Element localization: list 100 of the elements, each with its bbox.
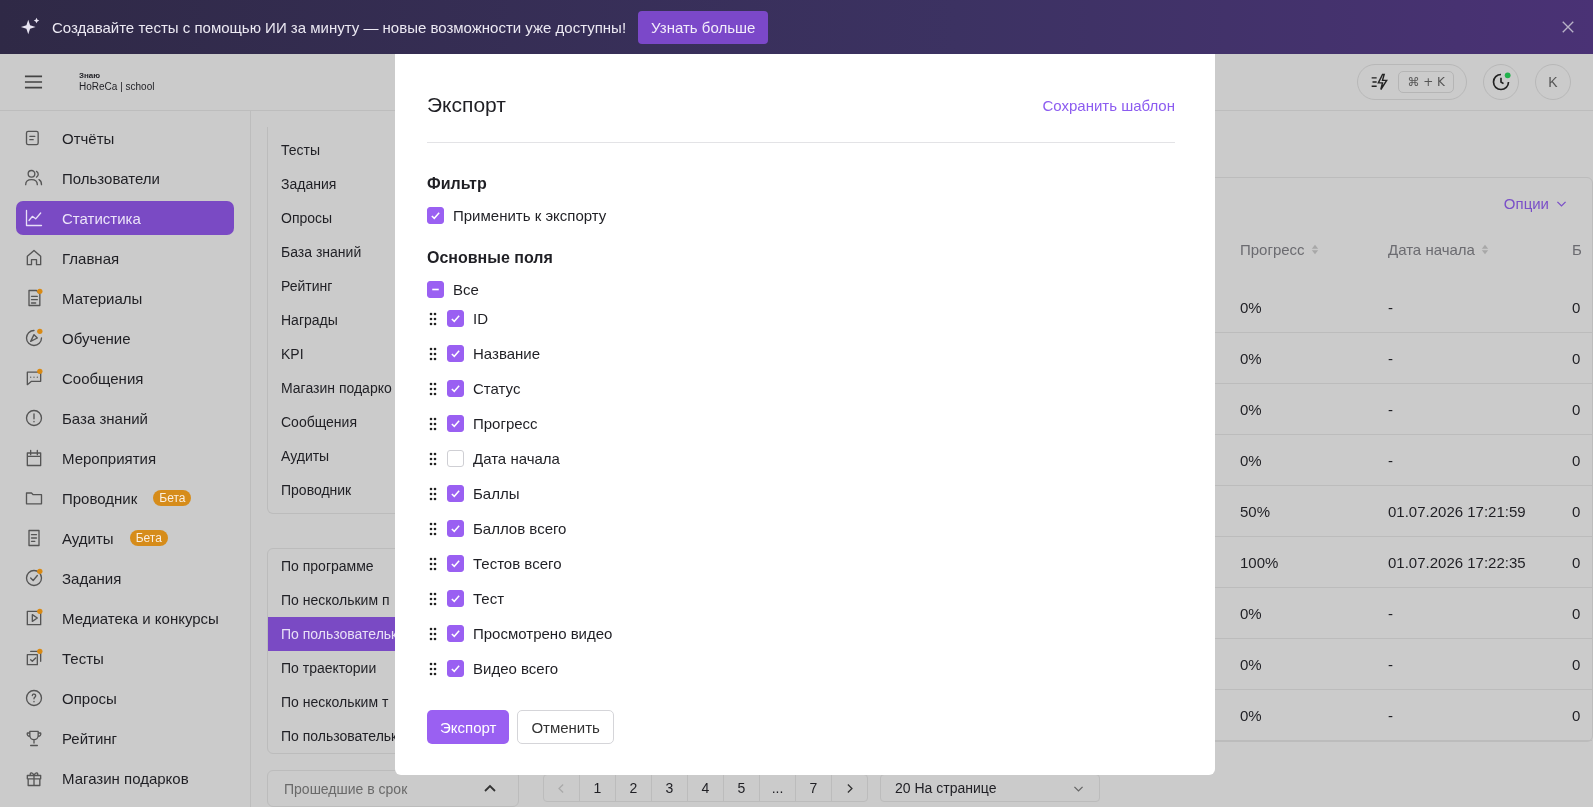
close-icon[interactable]	[1561, 20, 1575, 34]
sidebar-item[interactable]: Мероприятия	[16, 441, 234, 475]
checkbox-label: Применить к экспорту	[453, 206, 607, 224]
checkbox[interactable]	[447, 520, 464, 537]
clock-icon	[1491, 72, 1511, 92]
table-cell: -	[1388, 400, 1393, 418]
calendar-icon	[24, 448, 44, 468]
sidebar-item[interactable]: Аудиты Бета	[16, 521, 234, 555]
drag-handle-icon[interactable]	[429, 381, 437, 396]
checkbox[interactable]	[427, 280, 444, 298]
check-icon	[449, 347, 462, 360]
sidebar-item[interactable]: Магазин подарков	[16, 761, 234, 795]
table-cell: 0%	[1240, 298, 1262, 316]
table-cell: -	[1388, 298, 1393, 316]
drag-handle-icon[interactable]	[429, 311, 437, 326]
sidebar-item[interactable]: Проводник Бета	[16, 481, 234, 515]
drag-handle-icon[interactable]	[429, 521, 437, 536]
checkbox[interactable]	[447, 660, 464, 677]
table-cell: 0	[1572, 502, 1581, 520]
check-icon	[449, 522, 462, 535]
sidebar-item[interactable]: Тесты	[16, 641, 234, 675]
sidebar-item[interactable]: Задания	[16, 561, 234, 595]
drag-handle-icon[interactable]	[429, 661, 437, 676]
sidebar-item[interactable]: Рейтинг	[16, 721, 234, 755]
checkbox[interactable]	[447, 590, 464, 607]
filter-panel-title: Прошедшие в срок	[284, 780, 408, 797]
check-icon	[449, 627, 462, 640]
checklist-icon	[24, 648, 44, 668]
checkbox[interactable]	[447, 415, 464, 432]
save-template-link[interactable]: Сохранить шаблон	[1042, 96, 1175, 114]
table-cell: -	[1388, 604, 1393, 622]
cancel-button[interactable]: Отменить	[517, 710, 614, 744]
info-icon	[24, 408, 44, 428]
table-cell: -	[1388, 451, 1393, 469]
sidebar-item[interactable]: База знаний	[16, 401, 234, 435]
play-icon	[24, 608, 44, 628]
section-heading: Основные поля	[427, 249, 554, 267]
drag-handle-icon[interactable]	[429, 591, 437, 606]
drag-handle-icon[interactable]	[429, 346, 437, 361]
sidebar-item[interactable]: Медиатека и конкурсы	[16, 601, 234, 635]
checkbox[interactable]	[447, 380, 464, 397]
table-cell: -	[1388, 655, 1393, 673]
checkbox[interactable]	[447, 555, 464, 572]
drag-handle-icon[interactable]	[429, 556, 437, 571]
sidebar-item[interactable]: Статистика	[16, 201, 234, 235]
sidebar-item[interactable]: Главная	[16, 241, 234, 275]
table-cell: 0	[1572, 349, 1581, 367]
check-circle-icon	[24, 568, 44, 588]
sidebar-item[interactable]: Сообщения	[16, 361, 234, 395]
compass-icon	[24, 328, 44, 348]
checkbox[interactable]	[447, 485, 464, 502]
checkbox[interactable]	[447, 345, 464, 362]
beta-badge: Бета	[153, 490, 192, 506]
check-icon	[449, 487, 462, 500]
checkbox-label: Название	[473, 345, 541, 362]
table-cell: 0%	[1240, 349, 1262, 367]
drag-handle-icon[interactable]	[429, 416, 437, 431]
learn-more-button[interactable]: Узнать больше	[638, 10, 769, 44]
logo-text: HoReCa | school	[79, 82, 155, 92]
check-icon	[449, 417, 462, 430]
checkbox-label: Видео всего	[473, 660, 559, 677]
checkbox-label: Дата начала	[473, 450, 560, 467]
export-button[interactable]: Экспорт	[427, 710, 510, 744]
check-icon	[449, 382, 462, 395]
sidebar-item[interactable]: Обучение	[16, 321, 234, 355]
table-cell: 100%	[1240, 553, 1279, 571]
drag-handle-icon[interactable]	[429, 486, 437, 501]
checkbox-label: Баллов всего	[473, 520, 567, 537]
sidebar-item[interactable]: Материалы	[16, 281, 234, 315]
section-heading: Фильтр	[427, 175, 488, 193]
users-icon	[24, 168, 44, 188]
checkbox-label: Баллы	[473, 485, 520, 502]
table-cell: 0	[1572, 706, 1581, 724]
checkbox[interactable]	[447, 310, 464, 327]
table-cell: 0	[1572, 298, 1581, 316]
trophy-icon	[24, 728, 44, 748]
banner-text: Создавайте тесты с помощью ИИ за минуту — новые возможности уже доступны!	[52, 18, 627, 36]
table-cell: 0	[1572, 400, 1581, 418]
checkbox[interactable]	[447, 625, 464, 642]
drag-handle-icon[interactable]	[429, 451, 437, 466]
sidebar-item[interactable]: Пользователи	[16, 161, 234, 195]
checkbox-label: Тест	[473, 590, 505, 607]
table-cell: 01.07.2026 17:21:59	[1388, 502, 1526, 520]
menu-icon[interactable]	[24, 74, 43, 90]
table-cell: 0%	[1240, 706, 1262, 724]
checkbox-label: Статус	[473, 380, 521, 397]
checkbox-label: ID	[473, 310, 488, 327]
home-icon	[24, 248, 44, 268]
sidebar-item[interactable]: Отчёты	[16, 121, 234, 155]
logo-caption: Знаю	[79, 72, 102, 80]
check-icon	[449, 557, 462, 570]
options-dropdown[interactable]: Опции	[1497, 193, 1574, 213]
checkbox-label: Тестов всего	[473, 555, 562, 572]
checkbox[interactable]	[427, 206, 444, 224]
check-icon	[449, 662, 462, 675]
sidebar-item[interactable]: Опросы	[16, 681, 234, 715]
beta-badge: Бета	[129, 530, 168, 546]
drag-handle-icon[interactable]	[429, 626, 437, 641]
check-icon	[449, 312, 462, 325]
table-cell: 0%	[1240, 400, 1262, 418]
